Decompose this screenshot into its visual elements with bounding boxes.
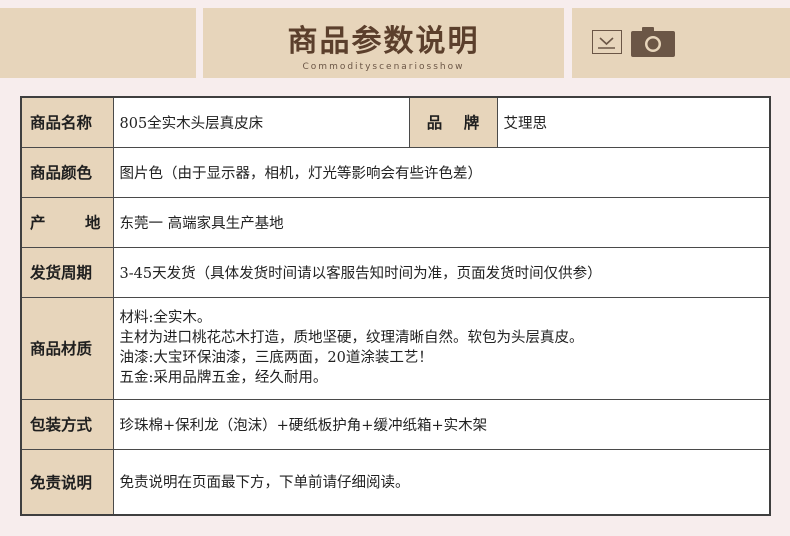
- spec-row-disclaimer: 免责说明 免责说明在页面最下方，下单前请仔细阅读。: [20, 448, 771, 516]
- material-line-3: 油漆:大宝环保油漆，三底两面，20道涂装工艺！: [119, 350, 433, 366]
- material-line-2: 主材为进口桃花芯木打造，质地坚硬，纹理清晰自然。软包为头层真皮。: [119, 330, 584, 346]
- spec-row-packaging: 包装方式 珍珠棉+保利龙（泡沫）+硬纸板护角+缓冲纸箱+实木架: [20, 398, 771, 450]
- spec-value-shipping: 3-45天发货（具体发货时间请以客服告知时间为准，页面发货时间仅供参）: [112, 246, 771, 298]
- spec-row-name: 商品名称 805全实木头层真皮床 品 牌 艾理思: [20, 96, 771, 148]
- spec-value-packaging: 珍珠棉+保利龙（泡沫）+硬纸板护角+缓冲纸箱+实木架: [112, 398, 771, 450]
- spec-label-disclaimer: 免责说明: [20, 448, 114, 516]
- spec-value-name: 805全实木头层真皮床: [112, 96, 410, 148]
- material-line-4: 五金:采用品牌五金，经久耐用。: [119, 370, 328, 386]
- spec-label-origin: 产 地: [20, 196, 114, 248]
- page-title: 商品参数说明: [287, 24, 480, 59]
- spec-value-color: 图片色（由于显示器，相机，灯光等影响会有些许色差）: [112, 146, 771, 198]
- camera-icon: [631, 27, 675, 57]
- spec-label-color: 商品颜色: [20, 146, 114, 198]
- spec-row-material: 商品材质 材料:全实木。 主材为进口桃花芯木打造，质地坚硬，纹理清晰自然。软包为…: [20, 296, 771, 400]
- spec-label-brand: 品 牌: [408, 96, 498, 148]
- spec-row-origin: 产 地 东莞一 高端家具生产基地: [20, 196, 771, 248]
- spec-label-material: 商品材质: [20, 296, 114, 400]
- brand-label-char-1: 品: [426, 113, 443, 133]
- spec-row-shipping: 发货周期 3-45天发货（具体发货时间请以客服告知时间为准，页面发货时间仅供参）: [20, 246, 771, 298]
- spec-label-name: 商品名称: [20, 96, 114, 148]
- header-title-panel: 商品参数说明 Commodityscenariosshow: [203, 8, 564, 78]
- spec-value-disclaimer: 免责说明在页面最下方，下单前请仔细阅读。: [112, 448, 771, 516]
- spec-value-origin: 东莞一 高端家具生产基地: [112, 196, 771, 248]
- spec-value-brand: 艾理思: [496, 96, 771, 148]
- brand-label-char-2: 牌: [463, 113, 480, 133]
- header-left-panel: [0, 8, 196, 78]
- spec-table: 商品名称 805全实木头层真皮床 品 牌 艾理思 商品颜色 图片色（由于显示器，…: [20, 96, 771, 516]
- spec-label-shipping: 发货周期: [20, 246, 114, 298]
- spec-value-material: 材料:全实木。 主材为进口桃花芯木打造，质地坚硬，纹理清晰自然。软包为头层真皮。…: [112, 296, 771, 400]
- page-subtitle: Commodityscenariosshow: [302, 62, 465, 72]
- material-line-1: 材料:全实木。: [119, 310, 212, 326]
- origin-label-char-2: 地: [84, 213, 101, 232]
- origin-label-char-1: 产: [30, 213, 46, 232]
- header-right-panel: [572, 8, 790, 78]
- spec-row-color: 商品颜色 图片色（由于显示器，相机，灯光等影响会有些许色差）: [20, 146, 771, 198]
- download-box-icon: [592, 30, 622, 54]
- spec-label-packaging: 包装方式: [20, 398, 114, 450]
